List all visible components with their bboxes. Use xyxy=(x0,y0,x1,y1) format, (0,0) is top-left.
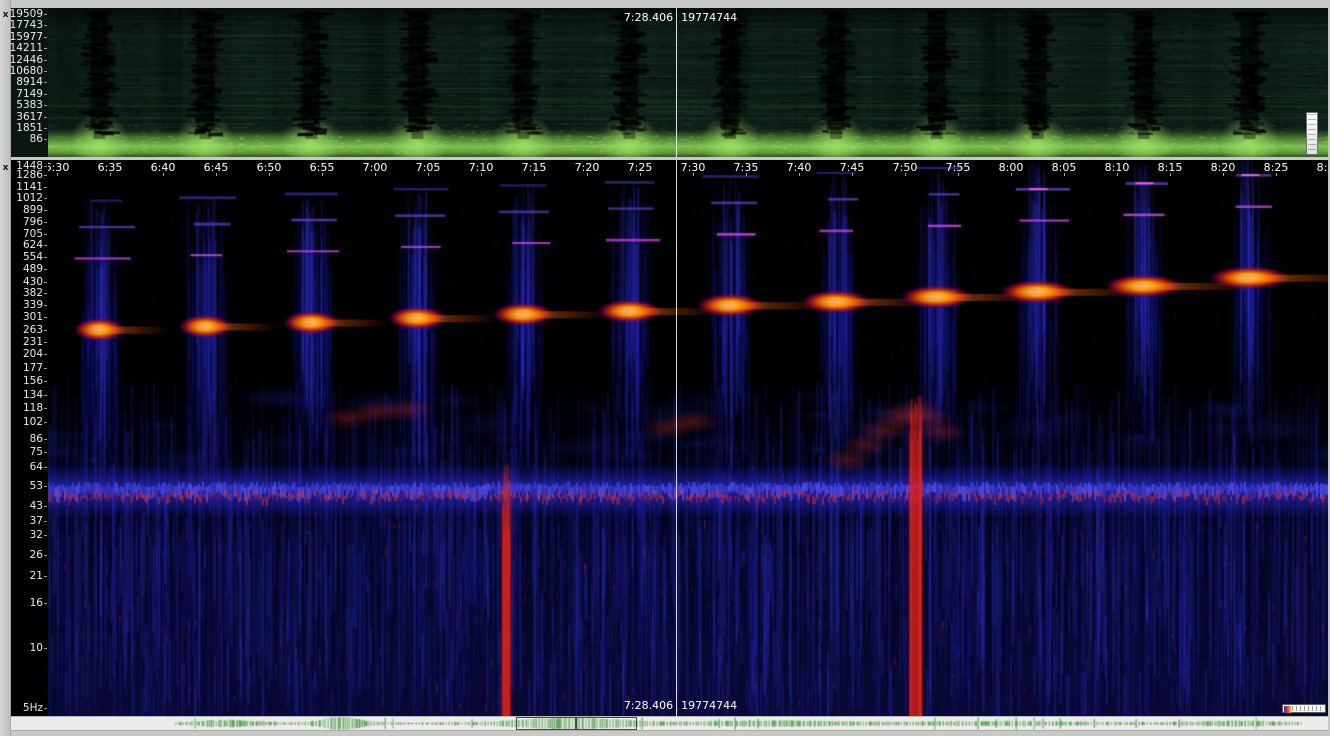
time-tick xyxy=(428,173,429,176)
time-tick xyxy=(958,173,959,176)
time-tick xyxy=(693,173,694,176)
freq-tick-label: 3617 xyxy=(16,112,43,123)
time-tick xyxy=(905,173,906,176)
horizontal-zoom-wheel[interactable] xyxy=(1282,704,1326,713)
freq-tick-label: 10680 xyxy=(11,66,43,77)
freq-tick-label: 75 xyxy=(30,447,43,458)
freq-tick-label: 134 xyxy=(23,390,43,401)
time-ruler[interactable]: 6:306:356:406:456:506:557:007:057:107:15… xyxy=(48,160,1328,176)
time-tick xyxy=(1117,173,1118,176)
time-tick-label: 6:30 xyxy=(48,161,69,174)
playback-cursor-line xyxy=(676,8,677,157)
overview-waveform-canvas[interactable] xyxy=(11,717,1328,730)
time-tick xyxy=(1011,173,1012,176)
freq-tick-label: 43 xyxy=(30,501,43,512)
time-tick xyxy=(534,173,535,176)
freq-tick-label: 204 xyxy=(23,349,43,360)
freq-tick-label: 10 xyxy=(30,643,43,654)
time-tick xyxy=(1170,173,1171,176)
detail-spectrogram-canvas[interactable] xyxy=(48,160,1328,716)
time-tick xyxy=(1223,173,1224,176)
time-tick-label: 8:30 xyxy=(1317,161,1328,174)
freq-tick-label: 15977 xyxy=(11,32,43,43)
time-tick xyxy=(640,173,641,176)
freq-tick-label: 19509 xyxy=(11,9,43,20)
freq-tick-label: 1141 xyxy=(16,182,43,193)
cursor-frame-value: 19774744 xyxy=(681,11,737,24)
freq-tick-label: 32 xyxy=(30,530,43,541)
overview-spectrogram-pane: 1950917743159771421112446106808914714953… xyxy=(11,8,1328,157)
freq-tick-label: 899 xyxy=(23,205,43,216)
time-tick xyxy=(322,173,323,176)
waveform-overview-strip[interactable] xyxy=(11,716,1328,731)
freq-tick-label: 430 xyxy=(23,277,43,288)
freq-tick-label: 1012 xyxy=(16,193,43,204)
time-tick xyxy=(216,173,217,176)
time-tick xyxy=(375,173,376,176)
time-tick xyxy=(481,173,482,176)
overview-view-region-left[interactable] xyxy=(516,717,576,730)
freq-tick-label: 5Hz xyxy=(23,703,43,714)
freq-tick-label: 53 xyxy=(30,481,43,492)
time-tick xyxy=(269,173,270,176)
freq-tick-label: 489 xyxy=(23,264,43,275)
time-tick xyxy=(1276,173,1277,176)
freq-tick-label: 14211 xyxy=(11,43,43,54)
frequency-axis-top: 1950917743159771421112446106808914714953… xyxy=(11,8,48,157)
freq-tick-label: 1851 xyxy=(16,123,43,134)
freq-tick-label: 705 xyxy=(23,229,43,240)
vertical-zoom-wheel[interactable] xyxy=(1306,112,1318,155)
frequency-axis-main: 1448128611411012899796705624554489430382… xyxy=(11,160,48,716)
time-tick xyxy=(1064,173,1065,176)
freq-tick-label: 301 xyxy=(23,312,43,323)
overview-spectrogram-canvas[interactable] xyxy=(48,8,1328,157)
freq-tick-label: 21 xyxy=(30,571,43,582)
freq-tick-label: 16 xyxy=(30,598,43,609)
freq-tick-label: 8914 xyxy=(16,77,43,88)
freq-tick-label: 624 xyxy=(23,240,43,251)
freq-tick-label: 796 xyxy=(23,217,43,228)
close-pane-main-button[interactable]: x xyxy=(0,162,11,173)
detail-spectrogram-pane: 1448128611411012899796705624554489430382… xyxy=(11,160,1328,716)
freq-tick-label: 86 xyxy=(30,134,43,145)
freq-tick-label: 12446 xyxy=(11,55,43,66)
freq-tick-label: 177 xyxy=(23,363,43,374)
time-tick xyxy=(852,173,853,176)
cursor-time-value: 7:28.406 xyxy=(624,11,673,24)
cursor-time-value: 7:28.406 xyxy=(624,699,673,712)
close-pane-top-button[interactable]: x xyxy=(0,9,11,20)
freq-tick-label: 5383 xyxy=(16,100,43,111)
time-tick xyxy=(57,173,58,176)
freq-tick-label: 263 xyxy=(23,325,43,336)
freq-tick-label: 86 xyxy=(30,434,43,445)
freq-tick-label: 382 xyxy=(23,288,43,299)
cursor-frame-value: 19774744 xyxy=(681,699,737,712)
freq-tick-label: 17743 xyxy=(11,20,43,31)
time-tick xyxy=(746,173,747,176)
freq-tick-label: 1286 xyxy=(16,170,43,181)
freq-tick-label: 102 xyxy=(23,417,43,428)
time-tick xyxy=(799,173,800,176)
overview-view-region-right[interactable] xyxy=(576,717,637,730)
playback-cursor-line xyxy=(676,160,677,716)
freq-tick-label: 64 xyxy=(30,462,43,473)
spectrogram-viewer-window: x x 195091774315977142111244610680891471… xyxy=(0,0,1330,736)
freq-tick-label: 554 xyxy=(23,252,43,263)
time-tick xyxy=(163,173,164,176)
time-tick xyxy=(587,173,588,176)
pane-rail: x x xyxy=(0,0,11,736)
freq-tick-label: 339 xyxy=(23,300,43,311)
freq-tick-label: 26 xyxy=(30,550,43,561)
time-tick xyxy=(110,173,111,176)
freq-tick-label: 118 xyxy=(23,403,43,414)
freq-tick-label: 156 xyxy=(23,376,43,387)
freq-tick-label: 7149 xyxy=(16,89,43,100)
freq-tick-label: 231 xyxy=(23,337,43,348)
freq-tick-label: 37 xyxy=(30,516,43,527)
